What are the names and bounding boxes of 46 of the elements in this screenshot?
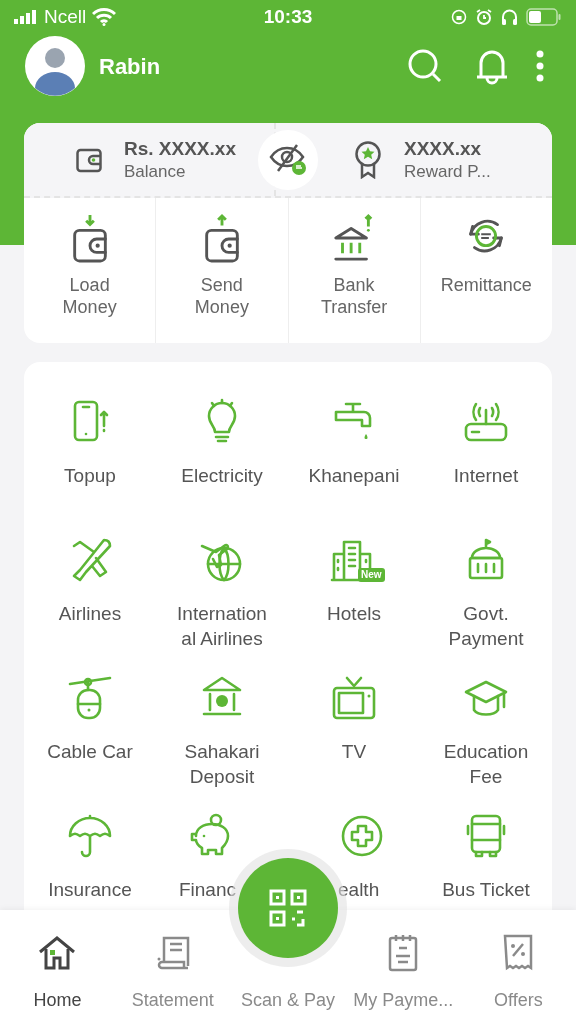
service-tile[interactable]: Internet — [420, 398, 552, 488]
signal-icon — [14, 10, 38, 24]
balance-amount: Rs. XXXX.xx — [124, 136, 236, 161]
umbrella-icon — [66, 812, 114, 860]
service-tile[interactable]: Khanepani — [288, 398, 420, 488]
service-tile[interactable]: Airlines — [24, 536, 156, 626]
wallet-icon — [76, 146, 102, 173]
quick-action[interactable]: Bank Transfer — [288, 198, 421, 343]
award-icon — [354, 140, 382, 179]
service-tile[interactable]: Internation al Airlines — [156, 536, 288, 651]
nav-tab[interactable]: Home — [0, 932, 116, 1024]
service-tile[interactable]: Sahakari Deposit — [156, 674, 288, 789]
alarm-icon — [475, 8, 493, 26]
search-icon — [407, 48, 443, 84]
user-name: Rabin — [99, 52, 161, 81]
reward-amount: XXXX.xx — [404, 136, 483, 161]
service-tile[interactable]: Education Fee — [420, 674, 552, 789]
service-tile[interactable]: Govt. Payment — [420, 536, 552, 651]
reward-label: Reward P... — [404, 160, 491, 183]
carrier-name: Ncell — [44, 4, 87, 29]
quick-action[interactable]: Load Money — [24, 198, 157, 343]
service-tile[interactable]: Topup — [24, 398, 156, 488]
quick-action[interactable]: Send Money — [156, 198, 289, 343]
more-icon — [535, 50, 545, 82]
service-tile[interactable]: Financ — [178, 812, 236, 902]
qr-code-icon — [269, 889, 307, 927]
service-tile[interactable]: Insurance — [24, 812, 156, 902]
headphones-icon — [501, 8, 518, 26]
service-tile[interactable]: TV — [288, 674, 420, 764]
eye-hidden-icon — [269, 143, 307, 177]
service-tile[interactable]: New Hotels — [288, 536, 420, 626]
service-tile[interactable]: Electricity — [156, 398, 288, 488]
new-badge: New — [358, 568, 385, 582]
balance-label: Balance — [124, 160, 187, 183]
clock-time: 10:33 — [263, 4, 313, 29]
service-tile[interactable]: Bus Ticket — [420, 812, 552, 902]
service-tile[interactable]: ealth — [338, 812, 386, 902]
cable-car-icon — [66, 674, 114, 722]
battery-icon — [526, 8, 562, 26]
nav-tab[interactable]: Scan & Pay — [230, 988, 346, 1024]
avatar[interactable] — [25, 36, 85, 96]
nav-tab[interactable]: Offers — [460, 932, 576, 1024]
tv-icon — [330, 674, 378, 722]
service-tile[interactable]: Cable Car — [24, 674, 156, 764]
wifi-icon — [92, 8, 117, 26]
quick-action[interactable]: Remittance — [420, 198, 552, 343]
